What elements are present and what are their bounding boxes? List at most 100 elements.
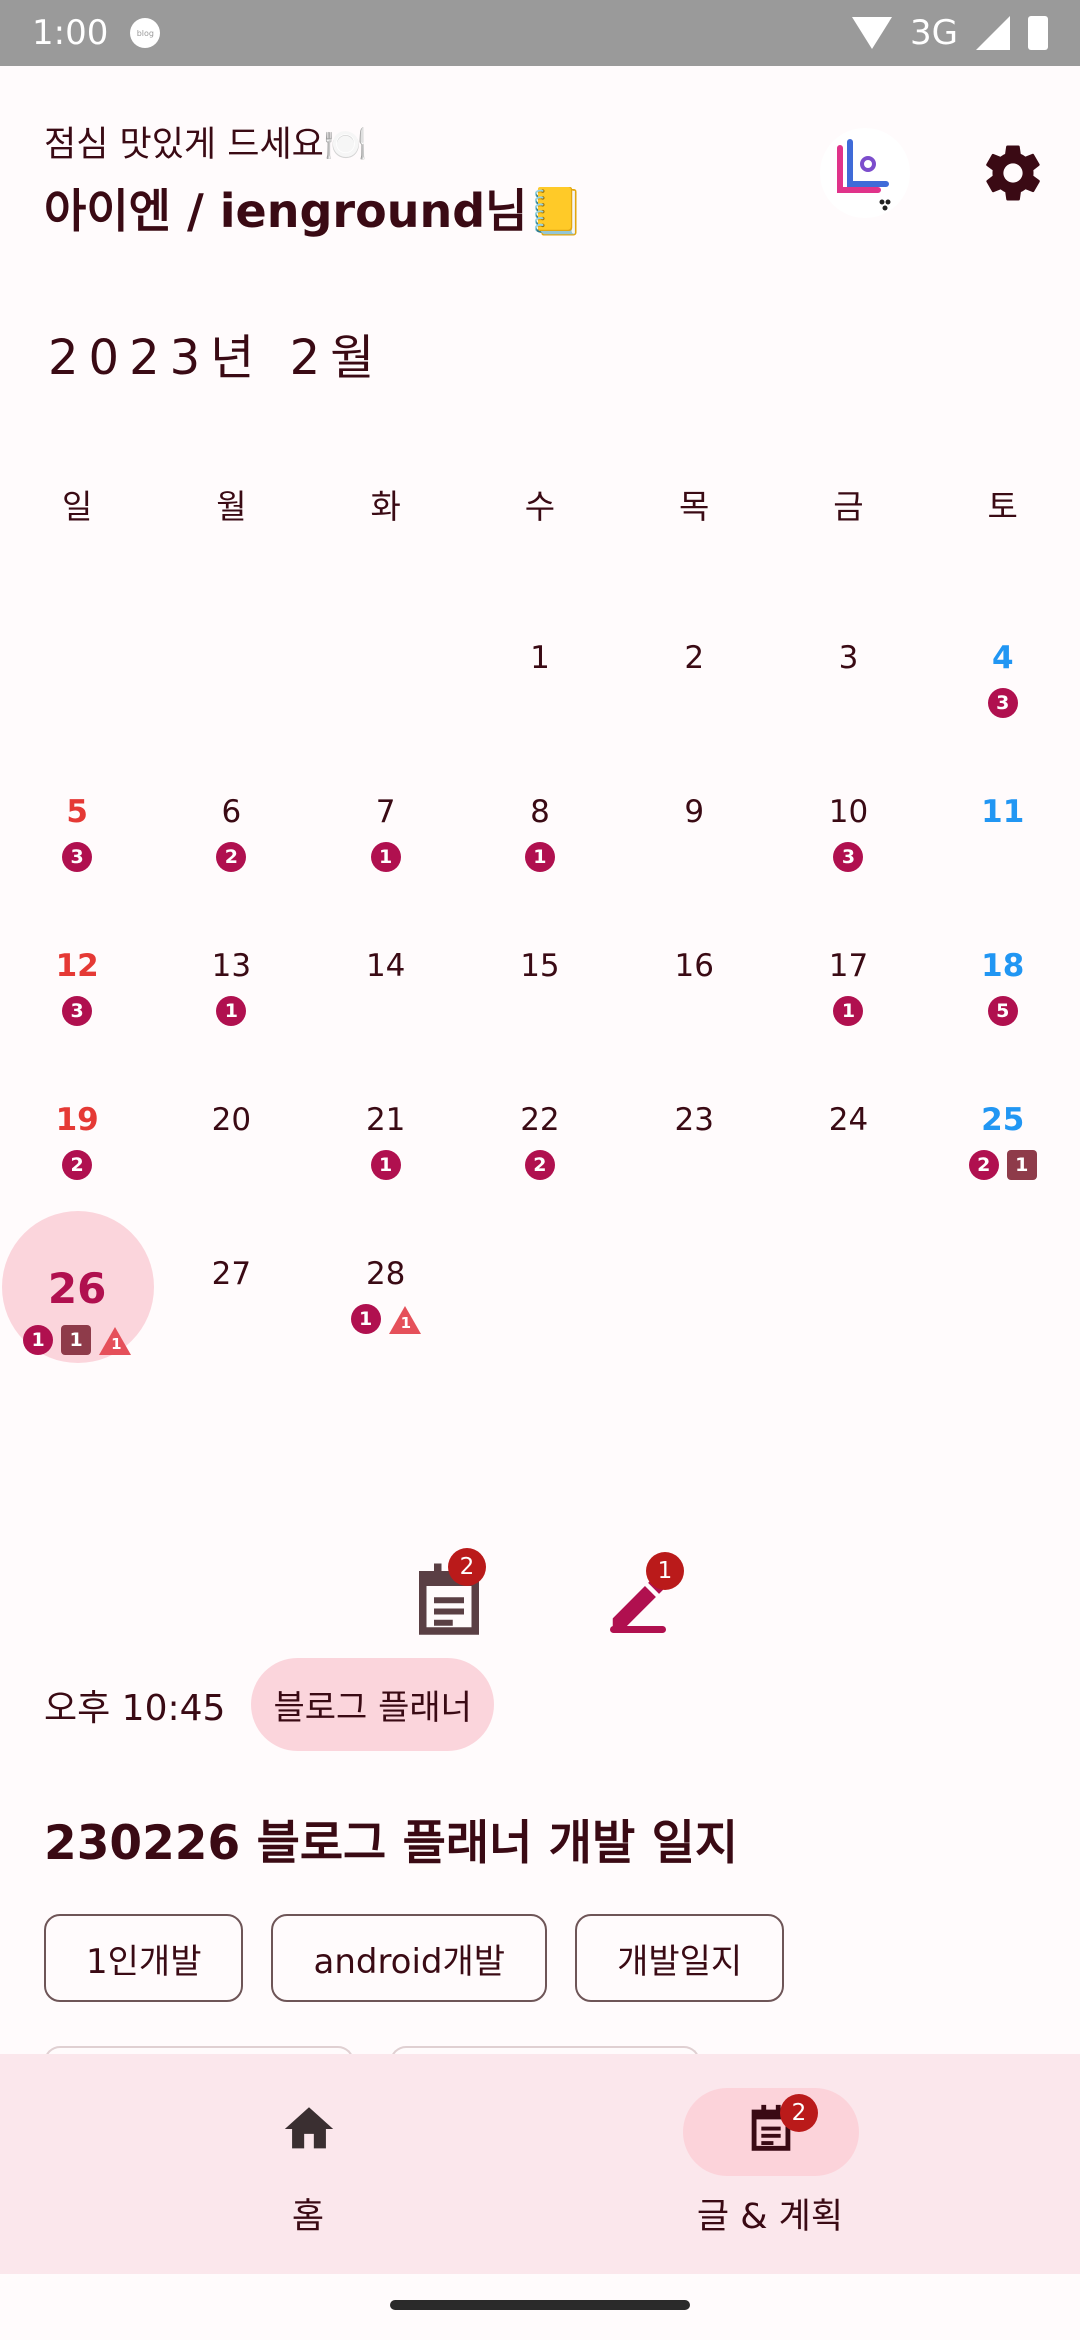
tag-chip[interactable]: 1인개발 xyxy=(44,1914,244,2002)
tab-posts[interactable]: 2 xyxy=(400,1540,490,1635)
weekday-label: 월 xyxy=(216,487,247,526)
calendar-day-number: 21 xyxy=(365,1102,406,1138)
tag-chip[interactable]: android개발 xyxy=(271,1914,548,2002)
post-count-badge: 3 xyxy=(833,842,864,872)
status-time: 1:00 xyxy=(32,13,109,53)
calendar-day[interactable]: 9 xyxy=(617,774,771,928)
weekday-label: 금 xyxy=(833,487,864,526)
calendar-day[interactable]: 2 xyxy=(617,620,771,774)
calendar-day[interactable]: 28 1 1 xyxy=(309,1236,463,1390)
calendar-day[interactable]: 15 xyxy=(463,928,617,1082)
post-count-badge: 1 xyxy=(524,842,555,872)
post-count-badge: 3 xyxy=(62,842,93,872)
calendar-day-number: 26 xyxy=(47,1264,107,1313)
calendar-day[interactable]: 81 xyxy=(463,774,617,928)
content-tabs: 2 1 xyxy=(0,1520,1080,1640)
calendar-day[interactable]: 43 xyxy=(926,620,1080,774)
warning-icon: 1 xyxy=(388,1306,421,1334)
calendar-day-number: 12 xyxy=(55,948,99,984)
calendar-day-number: 14 xyxy=(365,948,406,984)
calendar-day[interactable]: 1 xyxy=(463,620,617,774)
day-badges: 1 xyxy=(771,996,925,1026)
blog-app-icon: blog xyxy=(130,18,161,48)
nav-posts-badge: 2 xyxy=(780,2094,818,2132)
calendar-week-row: 12343 xyxy=(0,620,1080,774)
cell-signal-icon xyxy=(976,16,1010,50)
calendar-day[interactable]: 13 1 xyxy=(154,928,308,1082)
calendar-day[interactable]: 20 xyxy=(154,1082,308,1236)
day-badges: 3 xyxy=(0,842,154,872)
calendar-day-number: 18 xyxy=(981,948,1025,984)
day-badges: 1 xyxy=(463,842,617,872)
day-badges: 1 xyxy=(154,996,308,1026)
calendar-day[interactable]: 25 2 1 xyxy=(926,1082,1080,1236)
calendar-day-number: 28 xyxy=(365,1256,406,1292)
calendar-day[interactable]: 22 2 xyxy=(463,1082,617,1236)
day-badges: 3 xyxy=(771,842,925,872)
post-count-badge: 3 xyxy=(987,688,1018,718)
day-badges: 1 xyxy=(309,1150,463,1180)
settings-button[interactable] xyxy=(980,140,1046,206)
calendar-day-number: 11 xyxy=(981,794,1025,830)
post-category-chip[interactable]: 블로그 플래너 xyxy=(251,1658,494,1751)
day-badges: 11 xyxy=(309,1304,463,1334)
nav-home-label: 홈 xyxy=(291,2197,325,2237)
greeting-text: 점심 맛있게 드세요🍽️ xyxy=(44,125,368,165)
calendar-day[interactable]: 24 xyxy=(771,1082,925,1236)
nav-posts-plans[interactable]: 2 글 & 계획 xyxy=(620,2054,920,2274)
header: 점심 맛있게 드세요🍽️ 아이엔 / ienground님📒 xyxy=(44,116,585,241)
post-title[interactable]: 230226 블로그 플래너 개발 일지 xyxy=(44,1804,738,1873)
blog-logo-button[interactable] xyxy=(820,128,910,218)
gear-icon xyxy=(986,145,1040,201)
calendar-day[interactable]: 10 3 xyxy=(771,774,925,928)
calendar-empty-cell xyxy=(309,620,463,774)
calendar-day[interactable]: 21 1 xyxy=(309,1082,463,1236)
post-count-badge: 1 xyxy=(370,1150,401,1180)
tab-drafts[interactable]: 1 xyxy=(594,1540,684,1630)
post-count-badge: 1 xyxy=(216,996,247,1026)
calendar-day[interactable]: 3 xyxy=(771,620,925,774)
weekday-label: 목 xyxy=(679,487,710,526)
calendar-day[interactable]: 53 xyxy=(0,774,154,928)
day-badges: 2 xyxy=(0,1150,154,1180)
calendar-day[interactable]: 26 1 1 1 xyxy=(0,1211,155,1390)
calendar-day[interactable]: 17 1 xyxy=(771,928,925,1082)
status-right: 3G xyxy=(852,13,1048,53)
tab-selected-indicator xyxy=(610,1626,666,1633)
calendar-day-number: 2 xyxy=(684,640,705,676)
day-badges: 2 xyxy=(154,842,308,872)
calendar-day[interactable]: 27 xyxy=(154,1236,308,1390)
network-type: 3G xyxy=(910,13,958,53)
post-count-badge: 1 xyxy=(23,1325,54,1355)
calendar-day-number: 4 xyxy=(991,640,1014,676)
post-meta: 오후 10:45 블로그 플래너 xyxy=(44,1658,494,1751)
battery-icon xyxy=(1028,16,1048,50)
calendar-day[interactable]: 62 xyxy=(154,774,308,928)
day-badges: 21 xyxy=(926,1150,1080,1180)
post-count-badge: 2 xyxy=(62,1150,93,1180)
warning-count: 1 xyxy=(400,1314,412,1332)
calendar-day[interactable]: 71 xyxy=(309,774,463,928)
tag-chip[interactable]: 개발일지 xyxy=(575,1914,785,2002)
calendar-week-row: 26 1 1 1 27 28 1 1 xyxy=(0,1211,1080,1390)
calendar-day[interactable]: 18 5 xyxy=(926,928,1080,1082)
calendar-day[interactable]: 12 3 xyxy=(0,928,154,1082)
calendar-empty-cell xyxy=(0,620,154,774)
calendar-day-number: 17 xyxy=(828,948,869,984)
calendar-day[interactable]: 11 xyxy=(926,774,1080,928)
calendar-day[interactable]: 14 xyxy=(309,928,463,1082)
post-count-badge: 2 xyxy=(216,842,247,872)
calendar-day-number: 9 xyxy=(684,794,705,830)
calendar-month-title[interactable]: 2023년 2월 xyxy=(48,318,384,388)
calendar-day[interactable]: 16 xyxy=(617,928,771,1082)
post-count-badge: 1 xyxy=(370,842,401,872)
day-badges: 3 xyxy=(926,688,1080,718)
calendar-day-number: 25 xyxy=(981,1102,1025,1138)
post-count-badge: 1 xyxy=(833,996,864,1026)
calendar-day[interactable]: 23 xyxy=(617,1082,771,1236)
nav-home[interactable]: 홈 xyxy=(158,2054,458,2274)
calendar-day-number: 16 xyxy=(674,948,714,984)
calendar-day-number: 6 xyxy=(221,794,242,830)
calendar-day-number: 7 xyxy=(375,794,396,830)
gesture-navigation-bar[interactable] xyxy=(390,2300,690,2310)
